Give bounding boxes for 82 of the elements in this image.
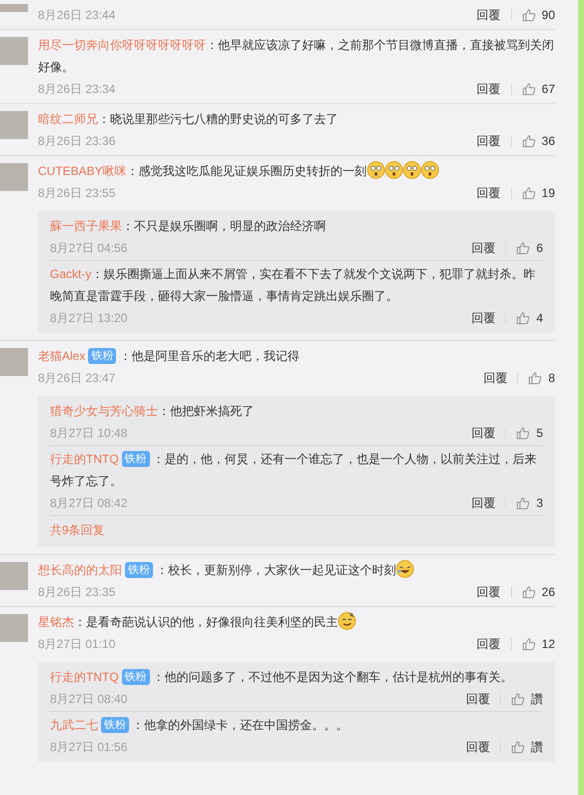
avatar-placeholder (0, 37, 28, 65)
timestamp: 8月26日 23:34 (38, 80, 116, 98)
timestamp: 8月27日 08:42 (50, 494, 128, 512)
timestamp: 8月26日 23:36 (38, 132, 116, 150)
like-button[interactable]: 12 (522, 634, 555, 652)
thumbs-up-icon (522, 186, 536, 200)
like-button[interactable]: 4 (516, 308, 543, 326)
avatar-placeholder (0, 348, 28, 376)
reply-link[interactable]: 回覆 (476, 6, 501, 24)
avatar-placeholder (0, 4, 28, 12)
surprised-emoji-icon (402, 161, 421, 179)
like-button[interactable]: 36 (522, 132, 555, 150)
fan-badge: 铁粉 (88, 348, 116, 364)
comment-text: 暗纹二师兄：晓说里那些污七八糟的野史说的可多了去了 (38, 111, 339, 128)
fan-badge: 铁粉 (125, 562, 153, 578)
thumbs-up-icon (522, 636, 536, 650)
thumbs-up-icon (522, 82, 536, 96)
timestamp: 8月27日 08:40 (50, 690, 128, 708)
timestamp: 8月27日 04:56 (50, 240, 128, 256)
like-button[interactable]: 6 (516, 238, 543, 256)
like-button[interactable]: 讚 (511, 690, 543, 708)
thumbs-up-icon (522, 584, 536, 598)
thumbs-up-icon (522, 8, 536, 22)
timestamp: 8月26日 23:55 (38, 184, 116, 202)
like-button[interactable]: 5 (516, 424, 543, 442)
like-button[interactable]: 19 (522, 184, 555, 202)
thumbs-up-icon (516, 310, 530, 324)
reply-link[interactable]: 回覆 (471, 494, 496, 512)
reply-link[interactable]: 回覆 (476, 634, 501, 652)
comment-text: 老猫Alex 铁粉 ：他是阿里音乐的老大吧，我记得 (38, 347, 300, 366)
reply-link[interactable]: 回覆 (476, 582, 501, 600)
reply-link[interactable]: 回覆 (466, 690, 490, 708)
comment-text: 猎奇少女与芳心骑士：他把虾米搞死了 (50, 403, 255, 420)
timestamp: 8月26日 23:35 (38, 584, 116, 600)
reply-link[interactable]: 回覆 (476, 80, 501, 98)
timestamp: 8月27日 01:10 (38, 636, 116, 652)
reply-link[interactable]: 回覆 (471, 424, 496, 442)
laughing-emoji-icon (396, 560, 414, 578)
surprised-emoji-icon (420, 161, 439, 179)
like-button[interactable]: 8 (528, 368, 555, 386)
like-button[interactable]: 90 (522, 6, 555, 24)
comment-text: 行走的TNTQ 铁粉 ：他的问题多了，不过他不是因为这个翻车，估计是杭州的事有关。 (50, 668, 514, 687)
like-button[interactable]: 26 (522, 582, 555, 600)
comment-text: 行走的TNTQ 铁粉 ：是的，他，何炅，还有一个谁忘了，也是一个人物，以前关注过，后来号炸了忘了。 (50, 450, 538, 490)
comment-text: 用尽一切奔向你呀呀呀呀呀呀呀：他早就应该凉了好嘛，之前那个节目微博直播，直接被骂到关闭好像。 (38, 37, 555, 76)
thumbs-up-icon (516, 496, 530, 510)
timestamp: 8月27日 10:48 (50, 424, 128, 442)
fan-badge: 铁粉 (101, 717, 129, 733)
avatar-placeholder (0, 111, 28, 139)
avatar-placeholder (0, 163, 28, 191)
comment-text: Gackt-y：娱乐圈撕逼上面从来不屑管，实在看不下去了就发个文说两下，犯罪了就封杀。昨晚简直是雷霆手段，砸得大家一脸懵逼，事情肯定跳出娱乐圈了。 (50, 266, 536, 305)
comment-text: CUTEBABY啾咪：感觉我这吃瓜能见证娱乐圈历史转折的一刻 (38, 160, 555, 182)
reply-link[interactable]: 回覆 (476, 132, 501, 150)
like-button[interactable]: 3 (516, 494, 543, 512)
surprised-emoji-icon (384, 161, 403, 179)
avatar-placeholder (0, 614, 28, 642)
surprised-emoji-icon (366, 161, 385, 179)
smirking-emoji-icon (338, 612, 356, 630)
comment-text: 蘇一西子果果：不只是娱乐圈啊，明显的政治经济啊 (50, 218, 327, 235)
like-button[interactable]: 讚 (511, 738, 543, 756)
reply-link[interactable]: 回覆 (466, 738, 490, 756)
timestamp: 8月27日 01:56 (50, 738, 128, 756)
timestamp: 8月26日 23:44 (38, 6, 116, 24)
comment-text: 九武二七 铁粉 ：他拿的外国绿卡，还在中国捞金。。。 (50, 716, 349, 735)
thumbs-up-icon (511, 692, 525, 706)
reply-link[interactable]: 回覆 (471, 238, 496, 256)
comment-text: 星铭杰：是看奇葩说认识的他，好像很向往美利坚的民主 (38, 611, 555, 633)
fan-badge: 铁粉 (122, 451, 150, 467)
reply-link[interactable]: 回覆 (483, 368, 508, 386)
thumbs-up-icon (522, 134, 536, 148)
avatar-placeholder (0, 562, 28, 590)
fan-badge: 铁粉 (122, 669, 150, 685)
thumbs-up-icon (528, 370, 542, 384)
comment-text: 想长高的的太阳 铁粉 ：校长，更新别停，大家伙一起见证这个时刻 (38, 559, 555, 581)
thumbs-up-icon (511, 740, 525, 754)
timestamp: 8月27日 13:20 (50, 310, 128, 326)
reply-link[interactable]: 回覆 (471, 308, 496, 326)
like-button[interactable]: 67 (522, 80, 555, 98)
timestamp: 8月26日 23:47 (38, 370, 116, 386)
thumbs-up-icon (516, 426, 530, 440)
reply-link[interactable]: 回覆 (476, 184, 501, 202)
thumbs-up-icon (516, 240, 530, 254)
